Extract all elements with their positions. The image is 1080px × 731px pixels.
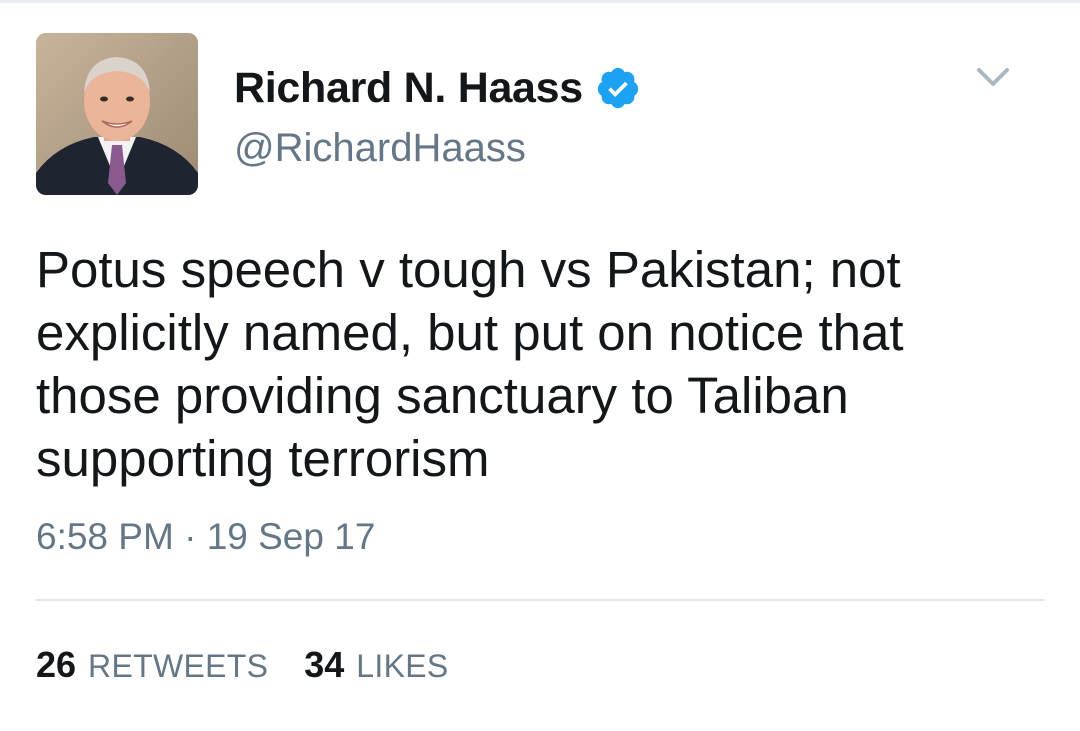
tweet-timestamp[interactable]: 6:58 PM · 19 Sep 17 [36,516,375,558]
timestamp-separator: · [184,516,197,557]
retweets-label: RETWEETS [88,648,269,684]
tweet-date: 19 Sep 17 [206,516,376,557]
tweet-card: Richard N. Haass @RichardHaass Potus spe… [0,0,1080,731]
tweet-time: 6:58 PM [36,516,174,557]
retweets-count: 26 [36,644,77,685]
likes-count: 34 [304,644,345,685]
author-handle[interactable]: @RichardHaass [234,126,526,171]
avatar-photo [36,33,198,195]
tweet-text: Potus speech v tough vs Pakistan; not ex… [36,241,904,487]
author-name-row[interactable]: Richard N. Haass [234,62,641,114]
tweet-stats: 26 RETWEETS 34 LIKES [36,644,485,692]
chevron-down-icon[interactable] [974,58,1012,96]
retweets-stat[interactable]: 26 RETWEETS [36,644,268,686]
verified-badge-icon [595,65,641,111]
likes-stat[interactable]: 34 LIKES [304,644,448,686]
author-display-name[interactable]: Richard N. Haass [234,64,583,113]
divider [36,599,1044,601]
avatar[interactable] [36,33,198,195]
likes-label: LIKES [356,648,449,684]
